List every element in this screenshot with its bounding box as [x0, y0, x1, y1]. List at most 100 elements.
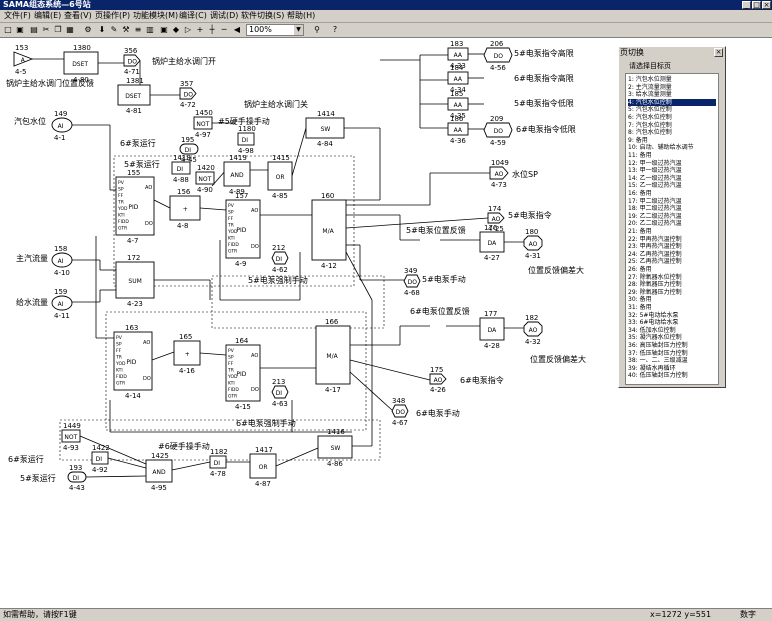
sama-block-206[interactable]: 206 DO 4-56 — [483, 40, 513, 72]
sama-block-348[interactable]: 348 DO 4-67 — [391, 397, 409, 427]
menu-view[interactable]: 查看(V) — [64, 10, 92, 22]
sama-block-159[interactable]: 159 AI 4-11 — [51, 288, 73, 320]
sama-block-356[interactable]: 356 DO 4-71 — [123, 47, 141, 76]
page-list-item[interactable]: 22: 甲再热汽温控制 — [628, 236, 716, 243]
page-list-item[interactable]: 2: 主汽流量测量 — [628, 84, 716, 91]
sama-block-172[interactable]: 172 SUM 4-23 — [115, 254, 155, 308]
sama-block-164[interactable]: 164 PID 4-15 PVSPFFTRYODKTIFIDDGTR AO DO — [225, 337, 261, 411]
menu-edit[interactable]: 编辑(E) — [34, 10, 61, 22]
page-list-item[interactable]: 15: 乙一级过热汽温 — [628, 182, 716, 189]
page-list-item[interactable]: 4: 汽包水位控制 — [628, 98, 716, 106]
page-list-item[interactable]: 10: 启动、辅助给水调节 — [628, 144, 716, 151]
menu-compile[interactable]: 编译(C) — [179, 10, 207, 22]
page-list-item[interactable]: 34: 低加水位控制 — [628, 327, 716, 334]
page-list-item[interactable]: 9: 备用 — [628, 137, 716, 144]
page-list-item[interactable]: 28: 除氧器压力控制 — [628, 281, 716, 288]
page-list-item[interactable]: 7: 汽包水位控制 — [628, 122, 716, 129]
page-list-item[interactable]: 24: 乙再热汽温控制 — [628, 251, 716, 258]
page-list-item[interactable]: 25: 乙再热汽温控制 — [628, 258, 716, 265]
menu-module[interactable]: 功能模块(M) — [133, 10, 178, 22]
page-list[interactable]: 1: 汽包水位测量 2: 主汽流量测量 3: 给水流量测量 4: 汽包水位控制 5: 汽… — [625, 73, 719, 385]
page-list-item[interactable]: 33: 6#电动给水泵 — [628, 319, 716, 326]
connect-icon[interactable]: ┼ — [207, 25, 217, 35]
page-list-item[interactable]: 40: 低压轴封压力控制 — [628, 372, 716, 379]
sama-block-1416[interactable]: 1416 SW 4-86 — [317, 428, 353, 468]
debug-icon[interactable]: ✎ — [109, 25, 119, 35]
sama-block-213[interactable]: 213 DI 4-63 — [271, 378, 289, 408]
module-icon[interactable]: ◆ — [171, 25, 181, 35]
sama-block-1450[interactable]: 1450 NOT 4-97 — [193, 109, 213, 139]
zoom-select[interactable]: 100% ▼ — [246, 24, 304, 36]
sama-block-175[interactable]: 175 AO 4-26 — [429, 366, 447, 394]
sama-block-158[interactable]: 158 AI 4-10 — [51, 245, 73, 277]
close-icon[interactable]: × — [714, 48, 723, 57]
page-list-item[interactable]: 13: 甲一级过热汽温 — [628, 167, 716, 174]
page-list-item[interactable]: 32: 5#电动给水泵 — [628, 312, 716, 319]
sama-block-149[interactable]: 149 AI 4-1 — [51, 110, 73, 142]
monitor-icon[interactable]: ▣ — [159, 25, 169, 35]
download-icon[interactable]: ⬇ — [97, 25, 107, 35]
sama-block-212[interactable]: 212 DI 4-62 — [271, 244, 289, 274]
sama-block-153[interactable]: 153A4-5 — [13, 44, 34, 76]
page-list-item[interactable]: 8: 汽包水位控制 — [628, 129, 716, 136]
sama-block-349[interactable]: 349 DO 4-68 — [403, 267, 421, 297]
menu-switch[interactable]: 软件切换(S) — [241, 10, 284, 22]
cross-icon[interactable]: + — [195, 25, 205, 35]
minimize-button[interactable]: _ — [742, 1, 751, 9]
page-list-item[interactable]: 39: 凝结水再循环 — [628, 365, 716, 372]
sama-block-1381[interactable]: 1381 DSET 4-81 — [117, 77, 151, 115]
sama-block-163[interactable]: 163 PID 4-14 PVSPFFTRYODKTIFIDDGTR AO DO — [113, 324, 153, 400]
page-list-item[interactable]: 23: 甲再热汽温控制 — [628, 243, 716, 250]
print-icon[interactable]: ▤ — [29, 25, 39, 35]
sama-block-1422[interactable]: 1422 DI 4-92 — [91, 444, 110, 474]
binoculars-icon[interactable]: ⚲ — [312, 25, 322, 35]
page-list-item[interactable]: 19: 乙二级过热汽温 — [628, 213, 716, 220]
sama-block-1417[interactable]: 1417 OR 4-87 — [249, 446, 277, 488]
sama-block-160[interactable]: 160 M/A 4-12 — [311, 192, 347, 270]
compile-icon[interactable]: ⚙ — [83, 25, 93, 35]
sama-block-1180[interactable]: 1180DI4-98 — [237, 125, 256, 155]
page-list-item[interactable]: 20: 乙二级过热汽温 — [628, 220, 716, 227]
sama-block-157[interactable]: 157 PID 4-9 PVSPFFTRYODKTIFIDDGTR AO DO — [225, 192, 261, 268]
paste-icon[interactable]: ▦ — [65, 25, 75, 35]
page-list-item[interactable]: 12: 甲一级过热汽温 — [628, 160, 716, 167]
menu-file[interactable]: 文件(F) — [4, 10, 31, 22]
sama-block-166[interactable]: 166 M/A 4-17 — [315, 318, 351, 394]
sama-block-1182[interactable]: 1182 DI 4-78 — [209, 448, 228, 478]
sama-block-1420[interactable]: 1420 NOT 4-90 — [195, 164, 215, 194]
page-list-item[interactable]: 11: 备用 — [628, 152, 716, 159]
sama-block-155[interactable]: 155 PID 4-7 PVSPFFTRYODKTIFIDDGTR AO DO — [115, 169, 155, 245]
page-list-item[interactable]: 36: 高压轴封压力控制 — [628, 342, 716, 349]
page-list-item[interactable]: 3: 给水流量测量 — [628, 91, 716, 98]
page-list-item[interactable]: 30: 备用 — [628, 296, 716, 303]
menu-debug[interactable]: 调试(D) — [210, 10, 238, 22]
sama-block-165[interactable]: 165 +4-16 — [173, 333, 201, 375]
page-list-item[interactable]: 26: 备用 — [628, 266, 716, 273]
sama-block-357[interactable]: 357 DO 4-72 — [179, 80, 197, 109]
page-list-item[interactable]: 6: 汽包水位控制 — [628, 114, 716, 121]
page-list-item[interactable]: 16: 备用 — [628, 190, 716, 197]
cut-icon[interactable]: ✂ — [41, 25, 51, 35]
sama-block-1418[interactable]: 1418 DI 4-88 — [171, 154, 191, 184]
sama-block-182[interactable]: 182 AO 4-32 — [523, 314, 543, 346]
line-icon[interactable]: ─ — [219, 25, 229, 35]
page-list-item[interactable]: 27: 除氧器水位控制 — [628, 274, 716, 281]
sama-block-209[interactable]: 209 DO 4-59 — [483, 115, 513, 147]
page-list-item[interactable]: 5: 汽包水位控制 — [628, 106, 716, 113]
page-list-item[interactable]: 17: 甲二级过热汽温 — [628, 198, 716, 205]
page-list-item[interactable]: 14: 乙一级过热汽温 — [628, 175, 716, 182]
back-icon[interactable]: ◀ — [232, 25, 242, 35]
menu-help[interactable]: 帮助(H) — [287, 10, 315, 22]
sama-block-1415[interactable]: 1415 OR 4-85 — [267, 154, 293, 200]
sama-block-1449[interactable]: 1449 NOT 4-93 — [61, 422, 81, 452]
page-list-item[interactable]: 29: 除氧器压力控制 — [628, 289, 716, 296]
page-list-item[interactable]: 18: 甲二级过热汽温 — [628, 205, 716, 212]
menu-page[interactable]: 页操作(P) — [95, 10, 130, 22]
sama-block-1380[interactable]: 1380DSET4-80 — [63, 44, 99, 84]
sama-block-1419[interactable]: 1419AND4-89 — [223, 154, 251, 196]
page-list-item[interactable]: 35: 凝汽器水位控制 — [628, 334, 716, 341]
grid-icon[interactable]: ▥ — [145, 25, 155, 35]
sama-block-177[interactable]: 177 DA 4-28 — [479, 310, 505, 350]
sama-block-1049[interactable]: 1049 AO 4-73 — [489, 159, 509, 189]
align-icon[interactable]: ≡ — [133, 25, 143, 35]
